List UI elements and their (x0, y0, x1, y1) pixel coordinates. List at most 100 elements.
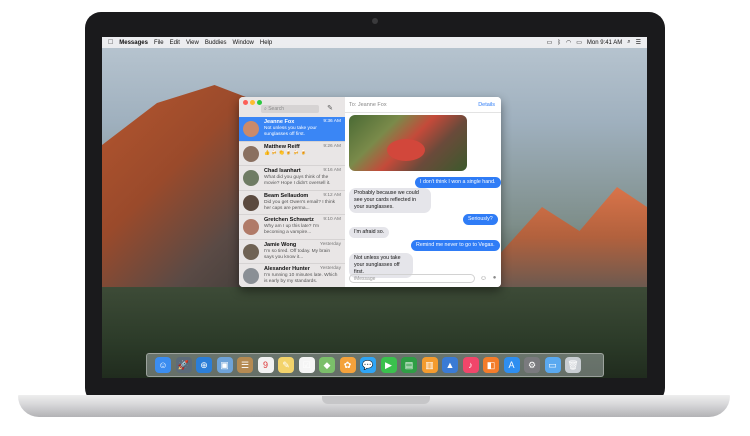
conversation-preview: I'm running 10 minutes late. Which is ea… (264, 273, 338, 284)
desktop-screen:  Messages File Edit View Buddies Window… (102, 37, 647, 378)
conversation-name: Jeanne Fox (264, 119, 295, 125)
books-icon[interactable]: ◧ (483, 357, 499, 373)
conversation-time: 9:16 AM (323, 168, 341, 173)
search-input[interactable]: ⌕ Search (261, 105, 319, 113)
launchpad-icon[interactable]: 🚀 (175, 357, 192, 373)
avatar (243, 145, 259, 162)
calendar-icon[interactable]: 9 (257, 357, 274, 373)
menu-window[interactable]: Window (233, 40, 254, 46)
conversation-item[interactable]: Chad Isanhart 9:16 AM What did you guys … (239, 166, 345, 191)
photo-table (387, 139, 425, 161)
menu-status-area: ▭ ᛒ ◠ ▭ Mon 9:41 AM ⌕ ☰ (542, 37, 641, 48)
conversation-preview: What did you guys think of the movie? Ho… (264, 175, 331, 186)
conversation-time: Yesterday (319, 241, 341, 247)
apple-menu-icon[interactable]:  (108, 39, 113, 46)
conversation-list: Jeanne Fox 9:36 AM Not unless you take y… (239, 117, 345, 287)
keynote-icon[interactable]: ▲ (442, 357, 458, 373)
conversation-time: Yesterday (319, 266, 341, 271)
conversation-preview: Did you get Owen's email? I think her ca… (264, 199, 336, 211)
messages-icon[interactable]: 💬 (360, 357, 376, 373)
conversation-item[interactable]: Matthew Reiff 9:26 AM 👍 🍻 👏 🍺 🍻 🍺 (239, 142, 345, 166)
maps-icon[interactable]: ◆ (319, 357, 335, 373)
recipient-label[interactable]: To: Jeanne Fox (349, 102, 387, 108)
conversation-item[interactable]: Jamie Wong Yesterday I'm so tired. Off t… (239, 240, 345, 264)
avatar (243, 170, 259, 186)
conversation-time: 9:26 AM (323, 143, 341, 149)
message-bubble[interactable]: Seriously? (463, 214, 498, 225)
avatar (243, 243, 259, 260)
message-bubble[interactable]: Probably because we could see your cards… (349, 188, 431, 213)
menu-edit[interactable]: Edit (170, 40, 180, 46)
spotlight-icon[interactable]: ⌕ (627, 39, 630, 46)
conversation-preview: Not unless you take your sunglasses off … (264, 126, 317, 137)
emoji-icon[interactable]: ☺ (479, 274, 488, 283)
numbers-icon[interactable]: ▤ (401, 357, 417, 373)
safari-icon[interactable]: ⊕ (196, 357, 212, 373)
trash-icon[interactable]: 🗑 (565, 357, 581, 373)
downloads-folder-icon[interactable]: ▭ (544, 357, 561, 373)
minimize-window-icon[interactable] (250, 100, 255, 105)
wifi-icon[interactable]: ◠ (566, 39, 571, 46)
messages-window: ⌕ Search ✎ Jeanne Fox 9:36 AM Not unless… (239, 97, 501, 287)
avatar (243, 219, 259, 235)
conversation-preview: Why am I up this late? I'm becoming a va… (264, 224, 320, 235)
window-controls (243, 100, 264, 105)
photo-browser-icon[interactable]: ▣ (216, 357, 233, 373)
music-icon[interactable]: ♪ (462, 357, 479, 373)
conversation-item[interactable]: Gretchen Schwartz 9:10 AM Why am I up th… (239, 215, 345, 240)
search-placeholder: Search (268, 106, 285, 112)
conversation-name: Beam Sellaudom (264, 192, 309, 199)
finder-icon[interactable]: ☺ (155, 357, 171, 373)
message-bubble[interactable]: I don't think I won a single hand. (415, 177, 501, 188)
conversation-name: Chad Isanhart (264, 168, 301, 174)
conversation-preview: 👍 🍻 👏 🍺 🍻 🍺 (264, 150, 307, 156)
laptop-notch (322, 396, 430, 404)
conversation-name: Jamie Wong (264, 241, 297, 248)
menu-help[interactable]: Help (260, 40, 272, 46)
conversation-time: 9:36 AM (323, 119, 341, 124)
microphone-icon[interactable]: ● (490, 274, 499, 283)
facetime-icon[interactable]: ▶ (380, 357, 397, 373)
message-input[interactable]: iMessage (349, 274, 475, 283)
conversation-name: Matthew Reiff (264, 143, 300, 150)
chat-header: To: Jeanne Fox Details (345, 97, 501, 113)
dock: ☺ 🚀 ⊕ ▣ ☰ 9 ✎ ☑ ◆ ✿ 💬 ▶ ▤ ▥ ▲ ♪ ◧ A ⚙ ▭ 🗑 (146, 353, 604, 377)
conversation-time: 9:10 AM (323, 217, 341, 222)
conversation-item[interactable]: Alexander Hunter Yesterday I'm running 1… (239, 264, 345, 287)
conversation-name: Alexander Hunter (264, 266, 310, 272)
menu-bar:  Messages File Edit View Buddies Window… (102, 37, 647, 48)
bluetooth-icon[interactable]: ᛒ (557, 40, 561, 46)
conversation-name: Gretchen Schwartz (264, 217, 314, 223)
conversation-item[interactable]: Jeanne Fox 9:36 AM Not unless you take y… (239, 117, 345, 142)
app-store-icon[interactable]: A (503, 357, 520, 373)
avatar (243, 268, 259, 284)
conversation-sidebar: ⌕ Search ✎ Jeanne Fox 9:36 AM Not unless… (239, 97, 346, 287)
menu-clock[interactable]: Mon 9:41 AM (587, 40, 622, 46)
message-bubble[interactable]: Remind me never to go to Vegas. (411, 240, 500, 251)
contacts-icon[interactable]: ☰ (237, 357, 253, 373)
notes-icon[interactable]: ✎ (278, 357, 294, 373)
message-bubble[interactable]: I'm afraid so. (349, 227, 390, 238)
menu-file[interactable]: File (154, 40, 164, 46)
details-button[interactable]: Details (478, 102, 495, 108)
charts-icon[interactable]: ▥ (421, 357, 438, 373)
chat-pane: To: Jeanne Fox Details I don't think I w… (345, 97, 501, 287)
close-window-icon[interactable] (243, 100, 248, 105)
compose-icon[interactable]: ✎ (325, 104, 335, 113)
menu-app-name[interactable]: Messages (119, 40, 148, 46)
camera-icon (372, 18, 378, 24)
conversation-preview: I'm so tired. Off today. My brain says y… (264, 248, 331, 260)
avatar (243, 194, 259, 211)
reminders-icon[interactable]: ☑ (298, 357, 315, 373)
photos-icon[interactable]: ✿ (339, 357, 356, 373)
menu-buddies[interactable]: Buddies (205, 40, 227, 46)
shared-photo[interactable] (349, 115, 467, 171)
menu-view[interactable]: View (186, 40, 199, 46)
conversation-time: 9:12 AM (323, 192, 341, 198)
battery-icon[interactable]: ▭ (576, 39, 582, 46)
system-preferences-icon[interactable]: ⚙ (524, 357, 540, 373)
conversation-item[interactable]: Beam Sellaudom 9:12 AM Did you get Owen'… (239, 191, 345, 215)
notification-center-icon[interactable]: ☰ (636, 39, 641, 46)
avatar (243, 121, 259, 137)
airplay-icon[interactable]: ▭ (547, 39, 553, 46)
